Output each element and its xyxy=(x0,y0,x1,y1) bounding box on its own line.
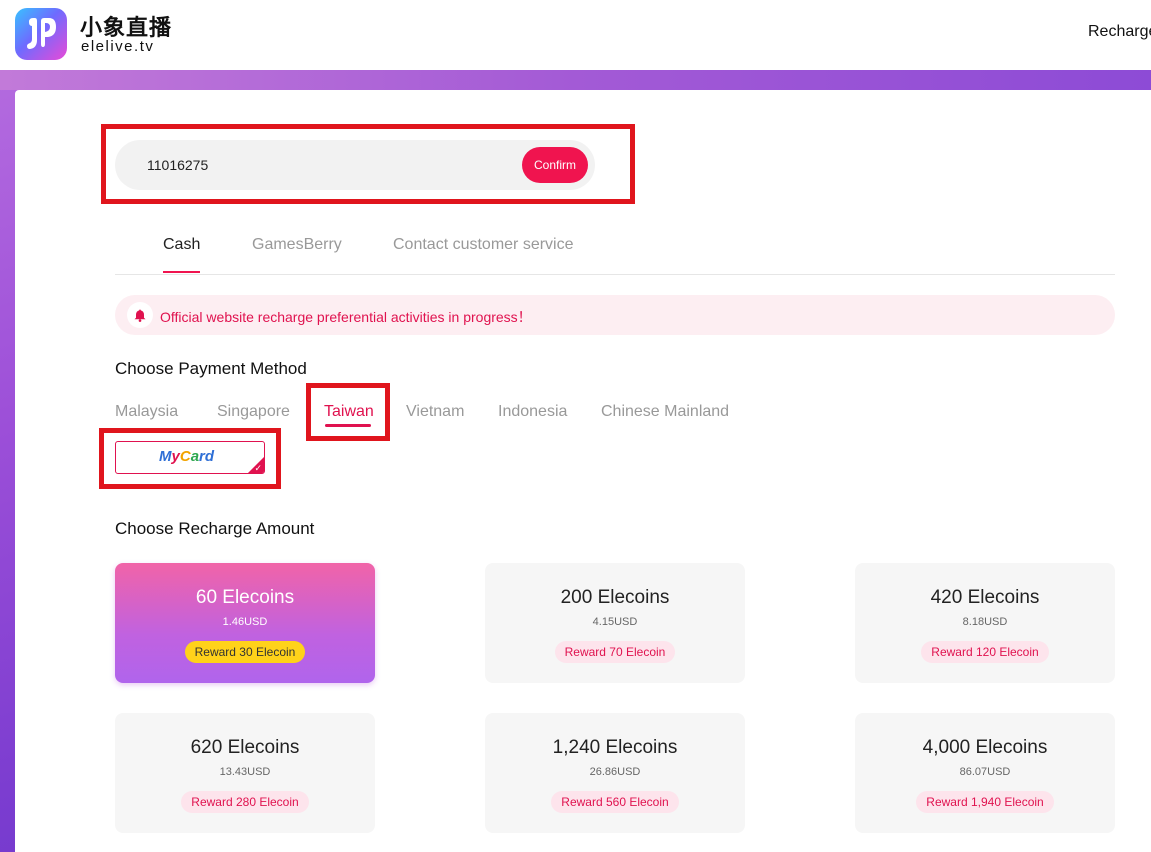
recharge-option-620[interactable]: 620 Elecoins 13.43USD Reward 280 Elecoin xyxy=(115,713,375,833)
reward-badge: Reward 70 Elecoin xyxy=(554,641,676,663)
tab-cash[interactable]: Cash xyxy=(163,236,200,254)
recharge-option-420[interactable]: 420 Elecoins 8.18USD Reward 120 Elecoin xyxy=(855,563,1115,683)
option-amount: 1,240 Elecoins xyxy=(552,737,678,758)
option-amount: 60 Elecoins xyxy=(195,587,295,608)
recharge-option-4000[interactable]: 4,000 Elecoins 86.07USD Reward 1,940 Ele… xyxy=(855,713,1115,833)
recharge-amount-title: Choose Recharge Amount xyxy=(115,519,315,538)
recharge-option-60[interactable]: 60 Elecoins 1.46USD Reward 30 Elecoin xyxy=(115,563,375,683)
bell-icon xyxy=(127,302,153,328)
reward-badge: Reward 30 Elecoin xyxy=(184,641,306,663)
option-amount: 420 Elecoins xyxy=(930,587,1040,608)
option-amount: 200 Elecoins xyxy=(560,587,670,608)
option-amount: 4,000 Elecoins xyxy=(922,737,1048,758)
promo-notice-text: Official website recharge preferential a… xyxy=(160,309,532,325)
annotation-box-taiwan xyxy=(306,383,390,441)
backdrop-band xyxy=(0,70,1151,90)
payment-method-title: Choose Payment Method xyxy=(115,359,307,378)
tabs-divider xyxy=(115,274,1115,275)
brand-name-en: elelive.tv xyxy=(81,38,155,55)
recharge-option-200[interactable]: 200 Elecoins 4.15USD Reward 70 Elecoin xyxy=(485,563,745,683)
option-price: 4.15USD xyxy=(592,616,638,628)
option-price: 86.07USD xyxy=(959,766,1011,778)
elelive-logo-icon[interactable] xyxy=(15,8,67,60)
option-amount: 620 Elecoins xyxy=(190,737,300,758)
recharge-option-1240[interactable]: 1,240 Elecoins 26.86USD Reward 560 Eleco… xyxy=(485,713,745,833)
nav-recharge-link[interactable]: Recharge xyxy=(1088,23,1151,41)
region-tab-indonesia[interactable]: Indonesia xyxy=(498,403,567,421)
user-id-value[interactable]: 11016275 xyxy=(147,157,208,173)
option-price: 13.43USD xyxy=(219,766,271,778)
option-price: 8.18USD xyxy=(962,616,1008,628)
region-tab-chinese-mainland[interactable]: Chinese Mainland xyxy=(601,403,729,421)
region-tab-singapore[interactable]: Singapore xyxy=(217,403,290,421)
confirm-button[interactable]: Confirm xyxy=(522,147,588,183)
tab-contact-customer-service[interactable]: Contact customer service xyxy=(393,236,574,254)
option-price: 26.86USD xyxy=(589,766,641,778)
active-tab-indicator xyxy=(163,271,200,273)
region-tab-vietnam[interactable]: Vietnam xyxy=(406,403,464,421)
annotation-box-mycard xyxy=(99,428,281,489)
reward-badge: Reward 1,940 Elecoin xyxy=(916,791,1054,813)
site-header: 小象直播 elelive.tv Recharge xyxy=(0,0,1151,70)
tab-gamesberry[interactable]: GamesBerry xyxy=(252,236,342,254)
reward-badge: Reward 560 Elecoin xyxy=(551,791,679,813)
region-tab-malaysia[interactable]: Malaysia xyxy=(115,403,178,421)
reward-badge: Reward 280 Elecoin xyxy=(181,791,309,813)
reward-badge: Reward 120 Elecoin xyxy=(921,641,1049,663)
option-price: 1.46USD xyxy=(222,616,268,628)
